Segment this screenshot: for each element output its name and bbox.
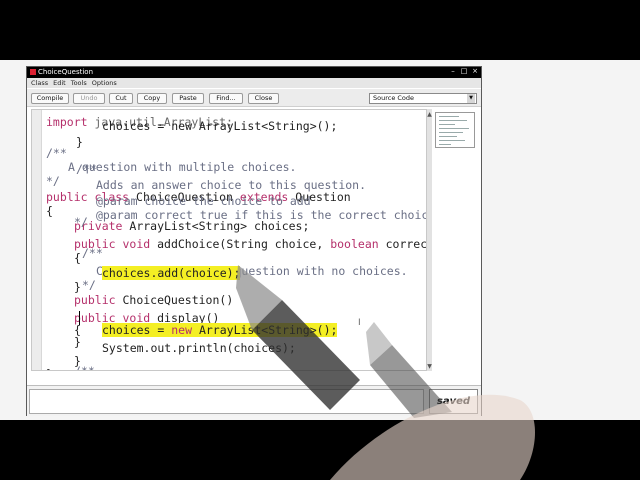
window-title: ChoiceQuestion — [38, 68, 94, 76]
keyword-public: public — [46, 190, 88, 204]
video-frame: ChoiceQuestion – □ × Class Edit Tools Op… — [0, 0, 640, 480]
code-line: } — [46, 367, 53, 370]
keyword-new: new — [171, 323, 193, 337]
minimap-line — [439, 140, 465, 141]
highlighted-code-line: choices.add(choice); — [102, 266, 241, 280]
menu-edit[interactable]: Edit — [53, 78, 66, 88]
highlighted-code-line: choices = new ArrayList<String>(); — [102, 323, 338, 337]
close-icon[interactable]: × — [471, 67, 479, 76]
code-line: /** — [74, 364, 95, 371]
minimize-icon[interactable]: – — [449, 67, 457, 76]
line-gutter — [32, 110, 42, 370]
find-button[interactable]: Find... — [209, 93, 243, 104]
minimap-line — [439, 120, 467, 121]
text-caret — [79, 311, 80, 325]
view-mode-select[interactable]: Source Code ▼ — [369, 93, 477, 104]
keyword-void: void — [122, 237, 151, 251]
copy-button[interactable]: Copy — [137, 93, 167, 104]
minimap-line — [439, 132, 463, 133]
view-mode-value: Source Code — [373, 94, 415, 102]
undo-button[interactable]: Undo — [73, 93, 105, 104]
status-panel: saved — [27, 385, 481, 416]
keyword-public: public — [74, 293, 116, 307]
code-line: public void addChoice(String choice, boo… — [74, 237, 427, 251]
code-line: System.out.println(choices); — [102, 341, 296, 355]
menu-class[interactable]: Class — [31, 78, 48, 88]
mouse-cursor-icon: I — [358, 318, 361, 328]
code-line: */ — [74, 215, 88, 229]
code-line: private ArrayList<String> choices; — [74, 219, 310, 233]
keyword-import: import — [46, 115, 88, 129]
saved-status: saved — [429, 389, 478, 414]
close-button[interactable]: Close — [248, 93, 279, 104]
minimap-line — [439, 124, 455, 125]
code-line: { — [74, 251, 81, 265]
code-minimap[interactable] — [435, 112, 475, 148]
title-bar: ChoiceQuestion – □ × — [27, 67, 481, 78]
menu-options[interactable]: Options — [92, 78, 117, 88]
code-line: } — [76, 135, 83, 149]
message-area — [29, 389, 424, 414]
highlight-add-choice: choices.add(choice); — [102, 266, 241, 280]
scroll-up-icon[interactable]: ▲ — [425, 111, 434, 118]
highlight-constructor-init: choices = new ArrayList<String>(); — [102, 323, 338, 337]
window-controls: – □ × — [449, 67, 479, 76]
chevron-down-icon: ▼ — [467, 94, 475, 103]
code-line: /** — [82, 246, 103, 260]
code-line: @param choice the choice to add — [96, 194, 311, 208]
menu-bar: Class Edit Tools Options — [27, 78, 481, 88]
cut-button[interactable]: Cut — [109, 93, 133, 104]
keyword-boolean: boolean — [330, 237, 379, 251]
maximize-icon[interactable]: □ — [460, 67, 468, 76]
code-line: */ — [46, 174, 60, 188]
code-line: } — [74, 280, 81, 294]
code-editor[interactable]: import java.util.ArrayList; choices = ne… — [31, 109, 427, 371]
editor-window: ChoiceQuestion – □ × Class Edit Tools Op… — [26, 66, 482, 416]
app-icon — [30, 69, 36, 75]
code-line: public ChoiceQuestion() — [74, 293, 234, 307]
code-line: /** — [76, 162, 97, 176]
minimap-line — [439, 136, 457, 137]
minimap-line — [439, 116, 459, 117]
toolbar: Compile Undo Cut Copy Paste Find... Clos… — [27, 89, 481, 107]
code-line: } — [74, 335, 81, 349]
editor-scrollbar[interactable] — [427, 109, 432, 371]
code-line: A question with multiple choices. — [68, 160, 297, 174]
minimap-line — [439, 128, 469, 129]
scroll-down-icon[interactable]: ▼ — [425, 363, 434, 370]
menu-tools[interactable]: Tools — [71, 78, 87, 88]
code-line: /** — [46, 146, 67, 160]
minimap-line — [439, 144, 451, 145]
compile-button[interactable]: Compile — [31, 93, 69, 104]
paste-button[interactable]: Paste — [172, 93, 204, 104]
code-line: choices = new ArrayList<String>(); — [102, 119, 338, 133]
code-line: */ — [82, 278, 96, 292]
code-line: { — [46, 204, 53, 218]
